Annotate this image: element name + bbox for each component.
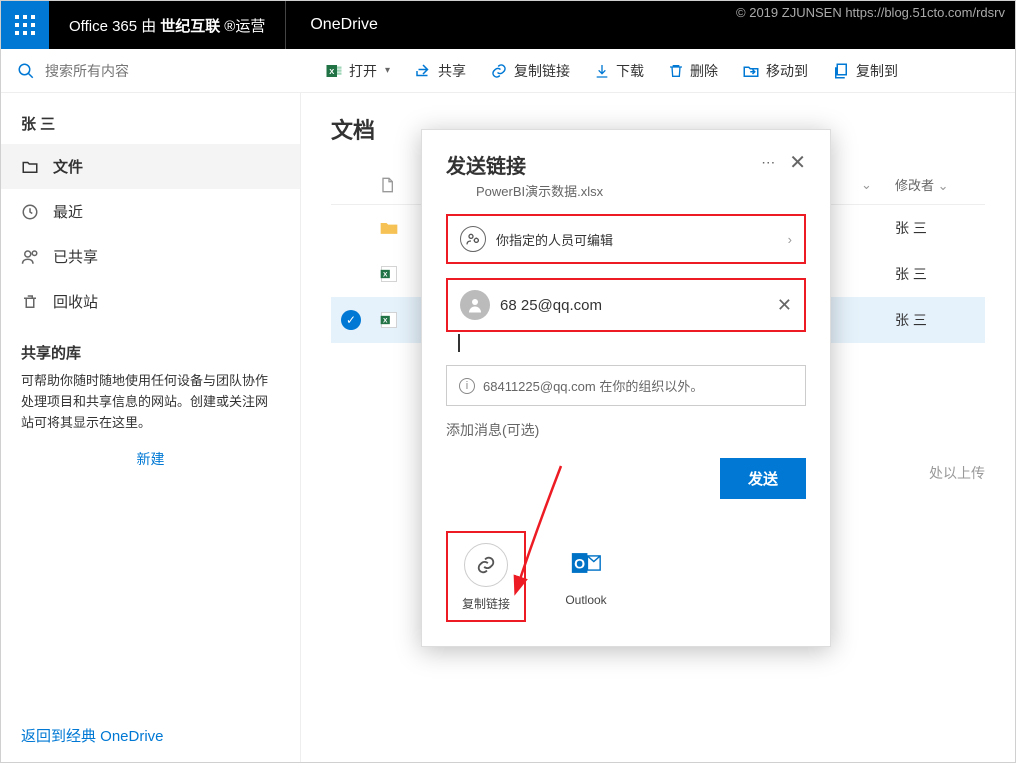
link-icon <box>490 62 508 80</box>
permission-text: 你指定的人员可编辑 <box>496 230 778 249</box>
message-input[interactable]: 添加消息(可选) <box>446 420 806 440</box>
chevron-down-icon: ▾ <box>385 65 390 76</box>
shared-libs-help: 可帮助你随时随地使用任何设备与团队协作处理项目和共享信息的网站。创建或关注网站可… <box>1 371 300 433</box>
return-classic-link[interactable]: 返回到经典 OneDrive <box>1 709 300 762</box>
app-launcher-button[interactable] <box>1 1 49 49</box>
trash-icon <box>668 63 684 79</box>
move-icon <box>742 62 760 80</box>
outlook-action[interactable]: O Outlook <box>550 531 622 622</box>
svg-text:X: X <box>383 318 388 325</box>
recipient-chip[interactable]: 68 25@qq.com ✕ <box>446 278 806 332</box>
brand-label: Office 365 由世纪互联®运营 <box>49 1 286 49</box>
external-warning: i 68411225@qq.com 在你的组织以外。 <box>446 365 806 406</box>
search-input[interactable] <box>45 63 245 79</box>
open-button[interactable]: X 打开▾ <box>315 49 400 93</box>
nav-recycle[interactable]: 回收站 <box>1 279 300 324</box>
copy-to-button[interactable]: 复制到 <box>822 49 908 93</box>
copy-link-button[interactable]: 复制链接 <box>480 49 580 93</box>
chevron-down-icon[interactable]: ⌄ <box>861 177 881 193</box>
product-label: OneDrive <box>286 16 402 34</box>
sidebar: 张 三 文件 最近 已共享 回收站 共享的库 可帮助你随时随地使用任何设备与团队… <box>1 93 301 762</box>
send-link-dialog: 发送链接 PowerBI演示数据.xlsx ⋯ ✕ 你指定的人员可编辑 › 68… <box>421 129 831 647</box>
text-cursor <box>458 334 460 352</box>
modified-by-header[interactable]: 修改者 ⌄ <box>895 175 975 194</box>
clock-icon <box>21 203 39 221</box>
svg-text:X: X <box>329 67 334 76</box>
dialog-filename: PowerBI演示数据.xlsx <box>476 181 761 200</box>
check-icon[interactable]: ✓ <box>341 310 361 330</box>
permission-selector[interactable]: 你指定的人员可编辑 › <box>446 214 806 264</box>
more-options-button[interactable]: ⋯ <box>761 154 775 171</box>
remove-recipient-button[interactable]: ✕ <box>777 295 792 316</box>
copy-icon <box>832 62 850 80</box>
delete-button[interactable]: 删除 <box>658 49 728 93</box>
dialog-title: 发送链接 <box>446 150 761 179</box>
info-icon: i <box>459 378 475 394</box>
search-icon <box>17 62 35 80</box>
folder-icon <box>379 218 403 238</box>
new-site-link[interactable]: 新建 <box>1 433 300 485</box>
link-icon <box>464 543 508 587</box>
name-header-icon[interactable] <box>379 177 403 193</box>
share-icon <box>414 62 432 80</box>
recipient-email: 68 25@qq.com <box>500 297 767 314</box>
chevron-right-icon: › <box>788 232 792 247</box>
nav-recent[interactable]: 最近 <box>1 189 300 234</box>
download-button[interactable]: 下载 <box>584 49 654 93</box>
folder-icon <box>21 158 39 176</box>
svg-text:O: O <box>574 557 585 573</box>
recycle-icon <box>21 293 39 311</box>
excel-icon: X <box>325 62 343 80</box>
people-settings-icon <box>460 226 486 252</box>
share-button[interactable]: 共享 <box>404 49 476 93</box>
excel-file-icon: X <box>379 310 403 330</box>
move-to-button[interactable]: 移动到 <box>732 49 818 93</box>
upload-hint: 处以上传 <box>929 463 985 483</box>
watermark-text: © 2019 ZJUNSEN https://blog.51cto.com/rd… <box>736 5 1005 20</box>
shared-libs-header: 共享的库 <box>1 324 300 371</box>
people-icon <box>21 248 39 266</box>
avatar-icon <box>460 290 490 320</box>
waffle-icon <box>15 15 35 35</box>
nav-files[interactable]: 文件 <box>1 144 300 189</box>
send-button[interactable]: 发送 <box>720 458 806 499</box>
command-bar: X 打开▾ 共享 复制链接 下载 删除 移动到 复制到 <box>1 49 1015 93</box>
outlook-icon: O <box>564 541 608 585</box>
download-icon <box>594 63 610 79</box>
excel-file-icon: X <box>379 264 403 284</box>
nav-shared[interactable]: 已共享 <box>1 234 300 279</box>
current-user-label: 张 三 <box>1 103 300 144</box>
search-box[interactable] <box>17 62 287 80</box>
copy-link-action[interactable]: 复制链接 <box>446 531 526 622</box>
svg-text:X: X <box>383 272 388 279</box>
close-icon[interactable]: ✕ <box>789 150 806 175</box>
